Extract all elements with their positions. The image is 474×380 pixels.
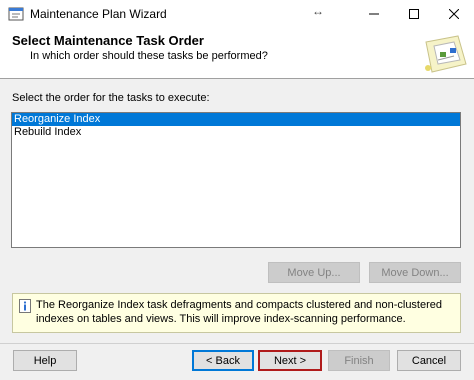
title-bar[interactable]: Maintenance Plan Wizard ↔: [0, 0, 474, 29]
cancel-button[interactable]: Cancel: [397, 350, 461, 371]
task-order-instruction: Select the order for the tasks to execut…: [12, 92, 210, 104]
list-item-reorganize-index[interactable]: Reorganize Index: [12, 113, 460, 126]
footer-divider: [0, 343, 474, 344]
minimize-button[interactable]: [354, 0, 394, 28]
window-title: Maintenance Plan Wizard: [30, 7, 167, 21]
task-description-panel: The Reorganize Index task defragments an…: [12, 293, 461, 333]
info-icon: [19, 299, 31, 313]
move-down-button[interactable]: Move Down...: [369, 262, 461, 283]
finish-button[interactable]: Finish: [328, 350, 390, 371]
help-button[interactable]: Help: [13, 350, 77, 371]
move-up-button[interactable]: Move Up...: [268, 262, 360, 283]
task-order-list[interactable]: Reorganize Index Rebuild Index: [11, 112, 461, 248]
list-item-rebuild-index[interactable]: Rebuild Index: [12, 126, 460, 139]
maximize-button[interactable]: [394, 0, 434, 28]
close-icon: [449, 9, 459, 19]
resize-arrows-icon: ↔: [312, 4, 324, 18]
wizard-art-icon: [425, 35, 467, 73]
minimize-icon: [369, 13, 379, 15]
close-button[interactable]: [434, 0, 474, 28]
page-subtitle: In which order should these tasks be per…: [30, 50, 268, 62]
task-description-text: The Reorganize Index task defragments an…: [36, 299, 443, 325]
wizard-icon: [8, 7, 24, 21]
next-button[interactable]: Next >: [258, 350, 322, 371]
wizard-header: Select Maintenance Task Order In which o…: [0, 28, 474, 79]
page-title: Select Maintenance Task Order: [12, 33, 204, 48]
back-button[interactable]: < Back: [192, 350, 254, 371]
maximize-icon: [409, 9, 419, 19]
